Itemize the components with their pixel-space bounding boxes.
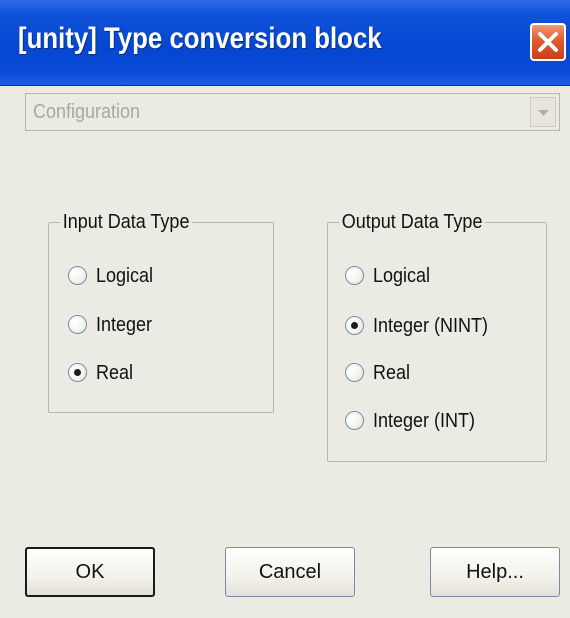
help-button-label: Help... bbox=[466, 561, 524, 583]
title-bar[interactable]: [unity] Type conversion block bbox=[0, 0, 570, 86]
radio-label: Logical bbox=[96, 265, 154, 287]
ok-button-label: OK bbox=[75, 561, 105, 583]
radio-selected-dot bbox=[351, 322, 358, 329]
close-icon bbox=[538, 32, 558, 52]
radio-button-icon[interactable] bbox=[345, 411, 364, 430]
radio-button-icon[interactable] bbox=[68, 315, 87, 334]
help-button[interactable]: Help... bbox=[430, 547, 560, 597]
output-data-type-legend: Output Data Type bbox=[339, 210, 486, 234]
cancel-button-label: Cancel bbox=[258, 561, 322, 583]
close-button[interactable] bbox=[530, 23, 566, 61]
configuration-dropdown[interactable]: Configuration bbox=[25, 93, 560, 131]
radio-label: Integer (INT) bbox=[373, 410, 476, 432]
radio-label: Real bbox=[96, 362, 134, 384]
dropdown-selected-value: Configuration bbox=[33, 101, 141, 123]
radio-button-icon[interactable] bbox=[68, 363, 87, 382]
output-data-type-group: Output Data Type Logical Integer (NINT) … bbox=[327, 210, 547, 462]
chevron-down-icon bbox=[538, 110, 549, 116]
dropdown-arrow-button[interactable] bbox=[530, 97, 556, 127]
cancel-button[interactable]: Cancel bbox=[225, 547, 355, 597]
window-title: [unity] Type conversion block bbox=[18, 22, 382, 55]
radio-selected-dot bbox=[74, 369, 81, 376]
radio-label: Integer (NINT) bbox=[373, 315, 489, 337]
radio-button-icon[interactable] bbox=[345, 266, 364, 285]
ok-button[interactable]: OK bbox=[25, 547, 155, 597]
radio-label: Real bbox=[373, 362, 411, 384]
radio-label: Logical bbox=[373, 265, 431, 287]
dialog-window: [unity] Type conversion block Configurat… bbox=[0, 0, 570, 618]
radio-button-icon[interactable] bbox=[345, 363, 364, 382]
input-data-type-legend: Input Data Type bbox=[60, 210, 193, 234]
radio-button-icon[interactable] bbox=[68, 266, 87, 285]
radio-label: Integer bbox=[96, 314, 153, 336]
radio-button-icon[interactable] bbox=[345, 316, 364, 335]
input-data-type-group: Input Data Type Logical Integer Real bbox=[48, 210, 274, 413]
